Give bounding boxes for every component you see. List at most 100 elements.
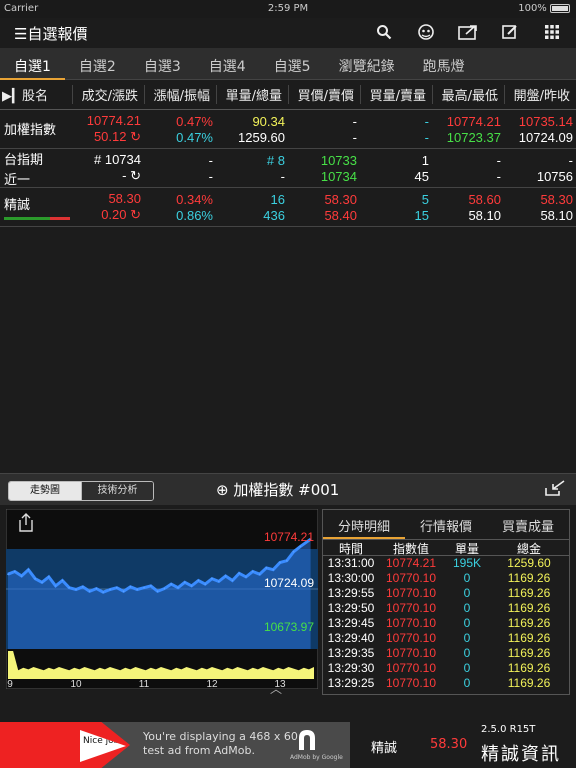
quote-value: 58.60 <box>468 191 501 207</box>
quote-value: 10756 <box>536 168 573 184</box>
quote-cell: 10774.21 10723.37 <box>432 110 504 148</box>
quote-row[interactable]: 台指期 近一 # 10734- ↻ - - # 8-10733 10734 1 45- - -107… <box>0 149 576 188</box>
price-point <box>197 579 200 582</box>
alert-icon[interactable] <box>416 22 436 42</box>
stock-name: 精誠 <box>0 188 72 226</box>
technical-tab[interactable]: 技術分析 <box>81 482 153 500</box>
tab-watchlist-1[interactable]: 自選1 <box>0 48 65 80</box>
tab-watchlist-5[interactable]: 自選5 <box>260 48 325 80</box>
quote-value: 0.86% <box>176 207 213 223</box>
price-point <box>41 581 43 584</box>
ad-banner[interactable]: Nice job! You're displaying a 468 x 60 t… <box>0 722 350 768</box>
share-icon[interactable] <box>458 22 478 42</box>
quote-value: - <box>496 168 501 184</box>
tab-watchlist-4[interactable]: 自選4 <box>195 48 260 80</box>
col-name[interactable]: ▶▎股名 <box>0 85 72 104</box>
price-point <box>48 576 50 578</box>
tab-tick-detail[interactable]: 分時明細 <box>323 510 405 539</box>
tab-marquee[interactable]: 跑馬燈 <box>409 48 479 80</box>
add-icon[interactable]: ⊕ <box>216 481 229 499</box>
detail-cell: 13:30:00 <box>327 571 375 585</box>
ticker-price: 58.30 <box>430 737 468 752</box>
ad-attribution: AdMob by Google <box>290 754 343 761</box>
detail-cell: 0 <box>463 586 471 600</box>
tab-watchlist-3[interactable]: 自選3 <box>130 48 195 80</box>
tab-market-quote[interactable]: 行情報價 <box>405 510 487 539</box>
quote-cell: 0.47% 0.47% <box>144 110 216 148</box>
clock: 2:59 PM <box>267 3 309 14</box>
play-icon[interactable]: ▶▎ <box>2 89 22 104</box>
quote-row[interactable]: 精誠 58.30 0.20 ↻ 0.34% 0.86% 16 436 58.30 58.40 5 1… <box>0 188 576 227</box>
quote-cell: 0.34% 0.86% <box>144 188 216 226</box>
quote-value: # 10734 <box>94 152 141 167</box>
price-point <box>156 590 159 593</box>
price-point <box>245 576 247 578</box>
detail-header: 時間 指數值 單量 總金 <box>323 540 569 556</box>
empty-area <box>0 227 576 473</box>
detail-cell: 1169.26 <box>507 646 551 660</box>
trend-bar <box>4 217 70 220</box>
detail-cell: 195K <box>452 556 482 570</box>
detail-cell: 0 <box>463 646 471 660</box>
col-change-pct[interactable]: 漲幅/振幅 <box>144 85 216 104</box>
price-point <box>116 586 118 589</box>
quote-cell: 1 45 <box>360 149 432 187</box>
collapse-icon[interactable] <box>544 480 566 500</box>
detail-cell: 1169.26 <box>507 571 551 585</box>
edit-icon[interactable] <box>500 22 520 42</box>
quote-cell: 16 436 <box>216 188 288 226</box>
tab-watchlist-2[interactable]: 自選2 <box>65 48 130 80</box>
quote-row[interactable]: 加權指數 10774.21 50.12 ↻ 0.47% 0.47% 90.34 1259.6… <box>0 110 576 149</box>
col-bid-ask[interactable]: 買價/賣價 <box>288 85 360 104</box>
quote-value: - <box>352 113 357 129</box>
y-mid-label: 10724.09 <box>264 576 314 590</box>
grid-icon[interactable] <box>542 22 562 42</box>
price-point <box>95 587 98 590</box>
col-open-prev[interactable]: 開盤/昨收 <box>504 85 576 104</box>
detail-cell: 10770.10 <box>385 661 437 675</box>
detail-cell: 13:31:00 <box>327 556 375 570</box>
chart-symbol[interactable]: ⊕ 加權指數 #001 <box>216 479 339 500</box>
detail-col-time: 時間 <box>338 542 363 556</box>
price-point <box>20 575 23 577</box>
detail-cell: 0 <box>463 571 471 585</box>
col-high-low[interactable]: 最高/最低 <box>432 85 504 104</box>
brand-name: 精誠資訊 <box>481 744 561 765</box>
tab-history[interactable]: 瀏覽紀錄 <box>325 48 409 80</box>
col-volume[interactable]: 單量/總量 <box>216 85 288 104</box>
search-icon[interactable] <box>374 22 394 42</box>
page-title[interactable]: ☰自選報價 <box>14 23 87 44</box>
price-point <box>143 586 145 589</box>
detail-row: 13:29:40 10770.10 0 1169.26 <box>323 631 569 646</box>
battery-icon <box>550 3 570 13</box>
quote-cell: -- <box>144 149 216 187</box>
tab-trade-volume[interactable]: 買賣成量 <box>487 510 569 539</box>
ticker-name: 精誠 <box>371 741 398 756</box>
quote-cell: -- <box>432 149 504 187</box>
quote-value: - <box>352 129 357 145</box>
quote-value: 0.47% <box>176 113 213 129</box>
chart-mode-toggle: 走勢圖 技術分析 <box>8 481 154 501</box>
menu-icon[interactable]: ☰ <box>14 25 27 43</box>
trend-tab[interactable]: 走勢圖 <box>9 482 81 500</box>
quote-value: - <box>424 129 429 145</box>
ad-text: You're displaying a 468 x 60 test ad fro… <box>143 730 298 757</box>
col-bid-ask-size[interactable]: 買量/賣量 <box>360 85 432 104</box>
quote-value: 5 <box>421 191 429 207</box>
quote-value: 10734 <box>320 168 357 184</box>
quote-value: 58.30 <box>108 191 141 206</box>
quote-cell: 58.30 0.20 ↻ <box>72 188 144 226</box>
detail-cell: 1169.26 <box>507 616 551 630</box>
detail-cell: 10770.10 <box>385 616 437 630</box>
quote-cell: # 10734- ↻ <box>72 149 144 187</box>
x-tick-label: 9 <box>7 679 13 689</box>
price-point <box>7 573 9 576</box>
price-point <box>75 588 77 591</box>
drag-handle[interactable]: ︿ <box>270 680 282 697</box>
quote-value: 15 <box>414 207 429 223</box>
detail-rows: 13:31:00 10774.21 195K 1259.60 13:30:00 10770… <box>323 556 569 691</box>
col-price[interactable]: 成交/漲跌 <box>72 85 144 104</box>
detail-cell: 13:29:35 <box>327 646 375 660</box>
intraday-chart[interactable]: 10774.21 10724.09 10673.97 9 10 11 12 13 <box>6 509 318 689</box>
quote-value: 58.30 <box>540 191 573 207</box>
